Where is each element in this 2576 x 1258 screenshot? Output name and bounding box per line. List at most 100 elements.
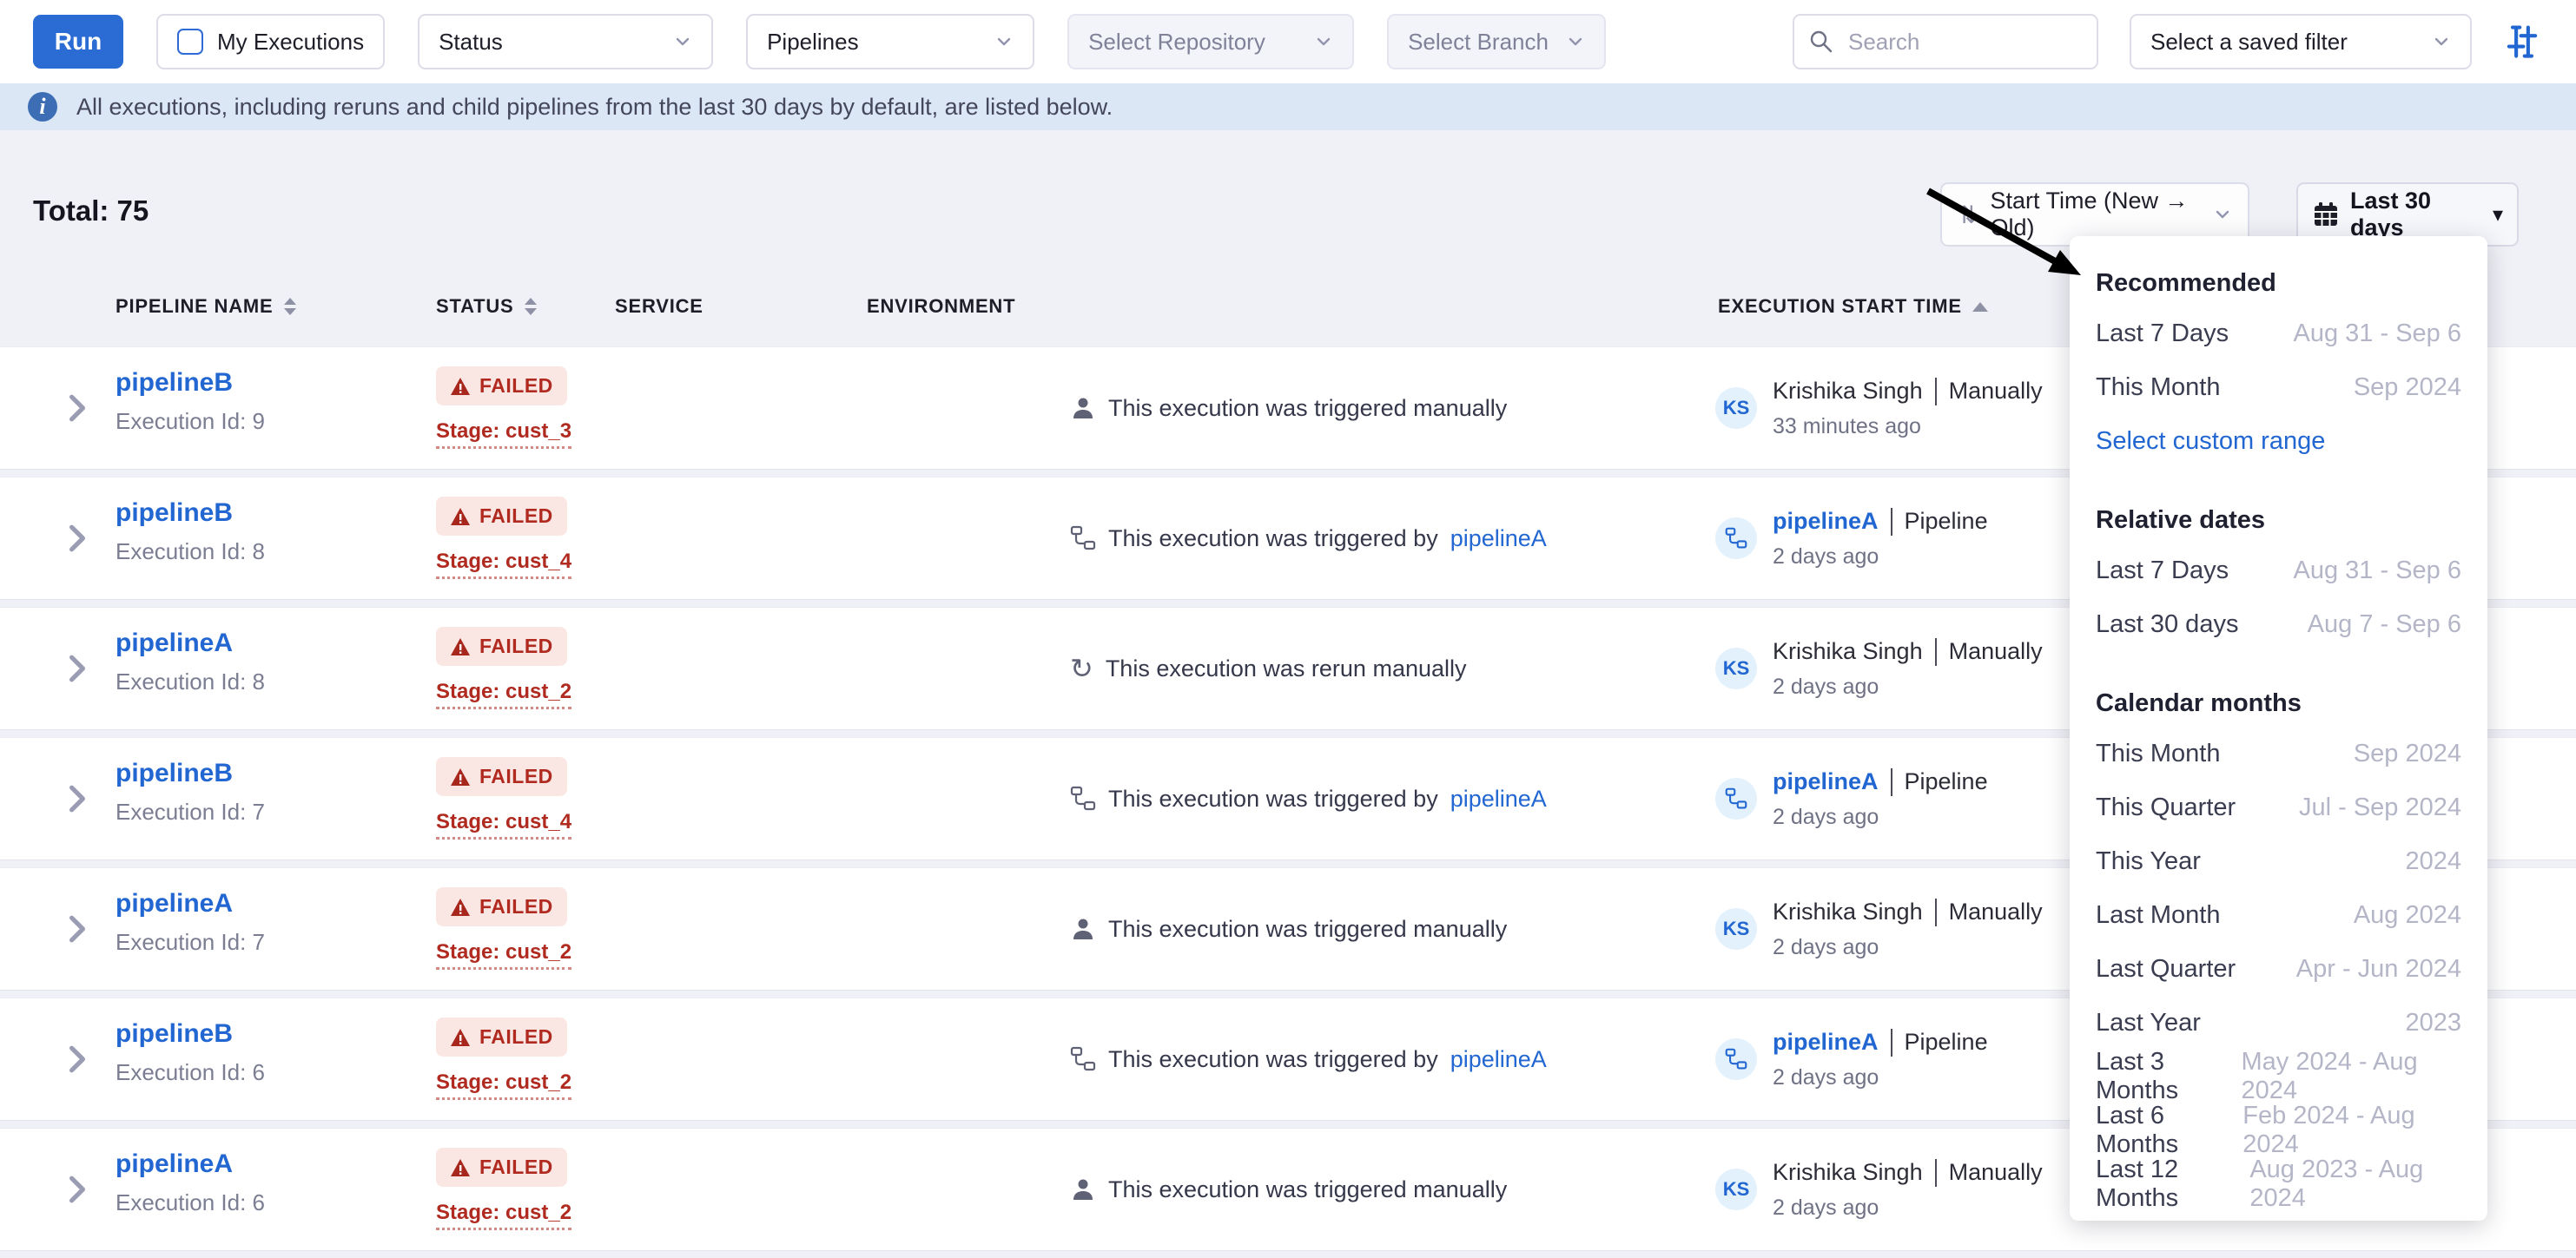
my-executions-toggle[interactable]: My Executions bbox=[156, 14, 385, 69]
menu-section-header: Relative dates bbox=[2070, 492, 2487, 543]
start-time-cell: KS Krishika Singh Manually 2 days ago bbox=[1715, 608, 2043, 729]
column-header-execution-start-time[interactable]: EXECUTION START TIME bbox=[1718, 295, 1988, 318]
pipeline-cell: pipelineA Execution Id: 7 bbox=[116, 889, 265, 956]
menu-item-this-month[interactable]: This Month Sep 2024 bbox=[2070, 727, 2487, 780]
expand-chevron-icon[interactable] bbox=[64, 392, 90, 424]
trigger-type: Pipeline bbox=[1905, 508, 1988, 535]
branch-filter-dropdown[interactable]: Select Branch bbox=[1387, 14, 1606, 69]
trigger-text: This execution was triggered by bbox=[1108, 1046, 1438, 1073]
expand-chevron-icon[interactable] bbox=[64, 783, 90, 814]
pipeline-name-link[interactable]: pipelineB bbox=[116, 759, 233, 787]
start-time-cell: pipelineA Pipeline 2 days ago bbox=[1715, 998, 1988, 1120]
starter-name[interactable]: pipelineA bbox=[1773, 508, 1879, 535]
separator bbox=[1891, 1029, 1892, 1057]
menu-item-last-12-months[interactable]: Last 12 Months Aug 2023 - Aug 2024 bbox=[2070, 1157, 2487, 1211]
trigger-text: This execution was rerun manually bbox=[1106, 655, 1467, 682]
menu-item-last-month[interactable]: Last Month Aug 2024 bbox=[2070, 888, 2487, 942]
avatar bbox=[1715, 778, 1757, 820]
starter-name[interactable]: pipelineA bbox=[1773, 768, 1879, 795]
relative-time: 2 days ago bbox=[1773, 805, 1988, 830]
status-cell: FAILED Stage: cust_2 bbox=[436, 1148, 571, 1230]
status-cell: FAILED Stage: cust_2 bbox=[436, 887, 571, 970]
menu-item-last-7-days[interactable]: Last 7 Days Aug 31 - Sep 6 bbox=[2070, 543, 2487, 597]
column-header-pipeline-name[interactable]: PIPELINE NAME bbox=[116, 295, 296, 318]
expand-chevron-icon[interactable] bbox=[64, 523, 90, 554]
warning-icon bbox=[450, 767, 471, 787]
trigger-pipeline-link[interactable]: pipelineA bbox=[1450, 525, 1547, 552]
user-icon bbox=[1070, 395, 1096, 421]
chevron-down-icon bbox=[2213, 205, 2232, 224]
trigger-pipeline-link[interactable]: pipelineA bbox=[1450, 786, 1547, 813]
menu-section-header: Calendar months bbox=[2070, 675, 2487, 727]
pipeline-name-link[interactable]: pipelineB bbox=[116, 368, 233, 397]
expand-chevron-icon[interactable] bbox=[64, 653, 90, 684]
pipeline-name-link[interactable]: pipelineA bbox=[116, 1149, 233, 1178]
expand-chevron-icon[interactable] bbox=[64, 913, 90, 945]
sort-ascending-icon bbox=[1972, 302, 1988, 312]
status-cell: FAILED Stage: cust_4 bbox=[436, 497, 571, 579]
column-header-status[interactable]: STATUS bbox=[436, 295, 537, 318]
menu-item-last-year[interactable]: Last Year 2023 bbox=[2070, 996, 2487, 1050]
execution-id: Execution Id: 8 bbox=[116, 538, 265, 565]
separator bbox=[1935, 638, 1937, 666]
menu-item-this-quarter[interactable]: This Quarter Jul - Sep 2024 bbox=[2070, 780, 2487, 834]
menu-item-last-6-months[interactable]: Last 6 Months Feb 2024 - Aug 2024 bbox=[2070, 1103, 2487, 1157]
failed-stage-link[interactable]: Stage: cust_2 bbox=[436, 940, 571, 970]
separator bbox=[1891, 768, 1892, 796]
saved-filter-dropdown[interactable]: Select a saved filter bbox=[2130, 14, 2472, 69]
run-button[interactable]: Run bbox=[33, 15, 123, 69]
pipeline-name-link[interactable]: pipelineB bbox=[116, 1019, 233, 1048]
pipeline-name-link[interactable]: pipelineA bbox=[116, 889, 233, 918]
relative-time: 2 days ago bbox=[1773, 1065, 1988, 1090]
failed-stage-link[interactable]: Stage: cust_2 bbox=[436, 1201, 571, 1230]
start-time-cell: KS Krishika Singh Manually 33 minutes ag… bbox=[1715, 347, 2043, 469]
failed-stage-link[interactable]: Stage: cust_4 bbox=[436, 810, 571, 840]
avatar bbox=[1715, 1038, 1757, 1080]
avatar: KS bbox=[1715, 908, 1757, 950]
my-executions-checkbox[interactable] bbox=[177, 29, 203, 55]
menu-item-last-30-days[interactable]: Last 30 days Aug 7 - Sep 6 bbox=[2070, 597, 2487, 651]
failed-stage-link[interactable]: Stage: cust_2 bbox=[436, 1070, 571, 1100]
date-range-label: Last 30 days bbox=[2350, 188, 2482, 241]
sort-label: Start Time (New → Old) bbox=[1990, 188, 2201, 241]
menu-item-select-custom-range[interactable]: Select custom range bbox=[2070, 414, 2487, 468]
pipeline-trigger-icon bbox=[1070, 786, 1096, 812]
failed-stage-link[interactable]: Stage: cust_2 bbox=[436, 680, 571, 709]
pipeline-cell: pipelineB Execution Id: 6 bbox=[116, 1019, 265, 1086]
my-executions-label: My Executions bbox=[217, 29, 364, 56]
avatar: KS bbox=[1715, 648, 1757, 689]
starter-name[interactable]: pipelineA bbox=[1773, 1029, 1879, 1056]
expand-chevron-icon[interactable] bbox=[64, 1044, 90, 1075]
status-filter-dropdown[interactable]: Status bbox=[418, 14, 713, 69]
expand-chevron-icon[interactable] bbox=[64, 1174, 90, 1205]
trigger-cell: This execution was triggered manually bbox=[1070, 868, 1519, 990]
trigger-text: This execution was triggered by bbox=[1108, 525, 1438, 552]
trigger-pipeline-link[interactable]: pipelineA bbox=[1450, 1046, 1547, 1073]
pipeline-name-link[interactable]: pipelineA bbox=[116, 629, 233, 657]
execution-id: Execution Id: 6 bbox=[116, 1189, 265, 1216]
failed-stage-link[interactable]: Stage: cust_3 bbox=[436, 419, 571, 449]
avatar: KS bbox=[1715, 1169, 1757, 1210]
pipeline-name-link[interactable]: pipelineB bbox=[116, 498, 233, 527]
menu-item-this-year[interactable]: This Year 2024 bbox=[2070, 834, 2487, 888]
filter-settings-icon[interactable] bbox=[2503, 23, 2541, 61]
menu-item-last-7-days[interactable]: Last 7 Days Aug 31 - Sep 6 bbox=[2070, 306, 2487, 360]
chevron-down-icon bbox=[673, 32, 692, 51]
pipeline-trigger-icon bbox=[1070, 1046, 1096, 1072]
failed-stage-link[interactable]: Stage: cust_4 bbox=[436, 550, 571, 579]
executions-page: Run My Executions Status Pipelines Selec… bbox=[0, 0, 2576, 1243]
pipelines-filter-dropdown[interactable]: Pipelines bbox=[746, 14, 1034, 69]
trigger-cell: This execution was triggered manually bbox=[1070, 347, 1519, 469]
separator bbox=[1891, 508, 1892, 536]
sort-icon[interactable] bbox=[525, 298, 537, 315]
status-filter-label: Status bbox=[439, 29, 503, 56]
avatar: KS bbox=[1715, 387, 1757, 429]
menu-item-last-3-months[interactable]: Last 3 Months May 2024 - Aug 2024 bbox=[2070, 1050, 2487, 1103]
starter-name: Krishika Singh bbox=[1773, 378, 1923, 405]
start-time-cell: KS Krishika Singh Manually 2 days ago bbox=[1715, 1129, 2043, 1250]
menu-item-last-quarter[interactable]: Last Quarter Apr - Jun 2024 bbox=[2070, 942, 2487, 996]
search-input[interactable] bbox=[1793, 14, 2098, 69]
sort-icon[interactable] bbox=[284, 298, 296, 315]
menu-item-this-month[interactable]: This Month Sep 2024 bbox=[2070, 360, 2487, 414]
repository-filter-dropdown[interactable]: Select Repository bbox=[1067, 14, 1354, 69]
